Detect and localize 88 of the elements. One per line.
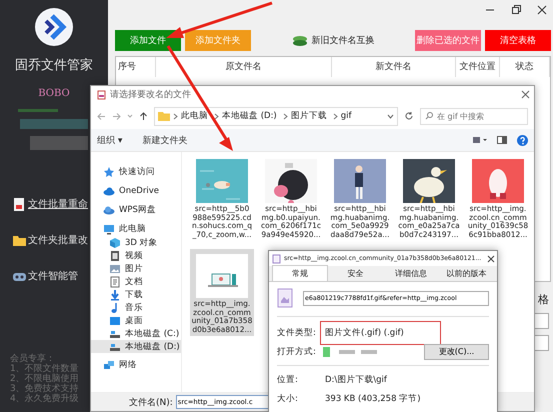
download-icon <box>109 288 121 300</box>
breadcrumb-item[interactable]: 图片下载 <box>290 110 327 122</box>
field-label: 文件名(N): <box>129 396 173 408</box>
document-icon <box>109 276 121 288</box>
footer-text: 4、永久免费升级 <box>10 394 79 404</box>
folder-icon <box>12 233 27 248</box>
column-header: 序号 <box>116 57 156 77</box>
nav-item[interactable]: 本地磁盘 (D:) <box>91 340 181 353</box>
logo-icon <box>35 8 73 46</box>
folder-icon <box>158 111 170 121</box>
user-name: BOBO <box>38 88 70 99</box>
field-label: 大小: <box>277 392 299 404</box>
film-icon <box>109 250 121 262</box>
nav-item[interactable]: 网络 <box>91 358 181 372</box>
nav-item[interactable]: 下载 <box>91 288 181 301</box>
field-value: D:\图片下载\gif <box>324 374 388 386</box>
change-button[interactable]: 更改(C)... <box>424 344 489 360</box>
menu-item[interactable]: 文件批量重命 <box>28 198 88 211</box>
field-label: 位置: <box>277 374 299 386</box>
chevron-right-icon <box>282 112 288 120</box>
footer-text: 3、免费技术支持 <box>10 384 79 394</box>
nav-item[interactable]: 音乐 <box>91 301 181 314</box>
swap-icon <box>292 34 308 46</box>
nav-item[interactable]: 桌面 <box>91 314 181 327</box>
nav-item[interactable]: WPS网盘 <box>91 203 181 217</box>
search-field[interactable]: 在 gif 中搜索 <box>420 108 528 124</box>
nav-item[interactable]: 此电脑 <box>91 222 181 236</box>
field-value: 图片文件(.gif) (.gif) <box>321 322 440 344</box>
document-icon <box>12 197 27 212</box>
refresh-icon[interactable] <box>404 111 414 121</box>
computer-icon <box>103 223 115 235</box>
action-button[interactable]: 添加文件 <box>115 30 181 51</box>
image-file-icon <box>272 254 281 264</box>
tab[interactable]: 详细信息 <box>383 265 439 281</box>
cube-icon <box>109 236 121 248</box>
chevron-down-icon[interactable] <box>387 112 394 120</box>
tab[interactable]: 安全 <box>328 265 384 281</box>
breadcrumb-item[interactable]: 此电脑 <box>181 110 208 122</box>
dialog-title: 请选择要改名的文件 <box>110 88 191 101</box>
close-icon[interactable] <box>521 90 530 99</box>
network-icon <box>103 359 115 371</box>
help-icon[interactable] <box>517 134 528 146</box>
nav-item[interactable]: 视频 <box>91 249 181 262</box>
toolbar-button[interactable]: 组织 ▾ <box>97 134 122 146</box>
close-icon[interactable] <box>487 254 496 262</box>
field-value: 393 KB (403,258 字节) <box>324 392 422 406</box>
chevron-right-icon <box>173 112 178 120</box>
column-header: 文件位置 <box>456 57 500 77</box>
tab[interactable]: 以前的版本 <box>438 265 494 281</box>
star-icon <box>103 166 115 178</box>
option-label: 格 <box>538 292 549 307</box>
action-button[interactable]: 清空表格 <box>485 30 551 51</box>
chevron-right-icon <box>214 112 219 120</box>
tab[interactable]: 常规 <box>272 265 328 281</box>
close-icon[interactable] <box>537 5 547 15</box>
breadcrumb-item[interactable]: gif <box>340 111 352 121</box>
cloud-icon <box>103 204 115 216</box>
footer-text: 2、不限电脑使用 <box>10 374 79 384</box>
field-label: 打开方式: <box>277 346 317 358</box>
footer-text: 1、不限文件数量 <box>10 364 79 374</box>
field-label: 文件类型: <box>277 326 317 338</box>
nav-item[interactable]: 快速访问 <box>91 165 181 179</box>
nav-item[interactable]: 图片 <box>91 262 181 275</box>
view-options-icon[interactable] <box>473 136 487 144</box>
breadcrumb-item[interactable]: 本地磁盘 (D:) <box>222 110 277 122</box>
nav-item[interactable]: 本地磁盘 (C:) <box>91 327 181 340</box>
column-header: 状态 <box>500 57 550 77</box>
footer-text: 会员专享： <box>10 354 55 364</box>
toolbar-button[interactable]: 新建文件夹 <box>142 134 188 146</box>
app-name: 固乔文件管家 <box>15 57 93 74</box>
menu-item[interactable]: 文件夹批量改 <box>28 234 88 247</box>
image-file-icon <box>277 288 293 308</box>
image-icon <box>109 262 121 274</box>
column-header: 新文件名 <box>332 57 456 77</box>
nav-item[interactable]: 3D 对象 <box>91 236 181 249</box>
cloud-icon <box>103 185 115 197</box>
preview-pane-icon[interactable] <box>497 136 507 144</box>
dialog-icon <box>97 90 106 100</box>
nav-item[interactable]: OneDrive <box>91 184 181 198</box>
desktop-icon <box>109 314 121 326</box>
nav-item[interactable]: 文档 <box>91 275 181 288</box>
column-header: 原文件名 <box>156 57 332 77</box>
chevron-right-icon <box>332 112 338 120</box>
maximize-icon[interactable] <box>511 5 521 15</box>
search-icon <box>425 112 433 120</box>
menu-item[interactable]: 文件智能管 <box>28 270 78 283</box>
up-arrow-icon[interactable] <box>139 112 148 120</box>
address-bar[interactable]: 此电脑 本地磁盘 (D:) 图片下载 gif <box>154 106 398 126</box>
